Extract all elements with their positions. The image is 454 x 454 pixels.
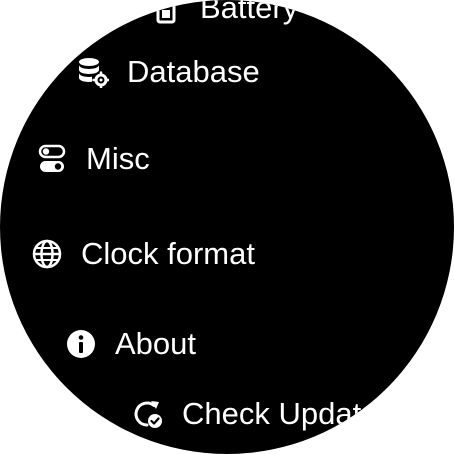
menu-item-label: Check Updates (182, 396, 394, 431)
menu-item-label: Misc (86, 141, 150, 176)
menu-item-check-updates[interactable]: Check Updates (132, 396, 394, 432)
database-settings-icon (77, 56, 109, 88)
battery-icon (150, 0, 182, 24)
toggle-icon (36, 143, 68, 175)
menu-item-battery[interactable]: Battery (150, 0, 298, 26)
watch-screen: Battery Database Misc Clock format About… (0, 0, 454, 454)
refresh-check-icon (132, 398, 164, 430)
globe-icon (31, 238, 63, 270)
info-icon (65, 328, 97, 360)
menu-item-label: Clock format (81, 236, 255, 271)
menu-item-about[interactable]: About (65, 326, 196, 362)
menu-item-clock-format[interactable]: Clock format (31, 236, 255, 272)
menu-item-label: Battery (200, 0, 299, 25)
menu-item-label: About (115, 326, 197, 361)
menu-item-misc[interactable]: Misc (36, 141, 150, 177)
menu-item-label: Database (127, 54, 260, 89)
menu-item-database[interactable]: Database (77, 54, 260, 90)
